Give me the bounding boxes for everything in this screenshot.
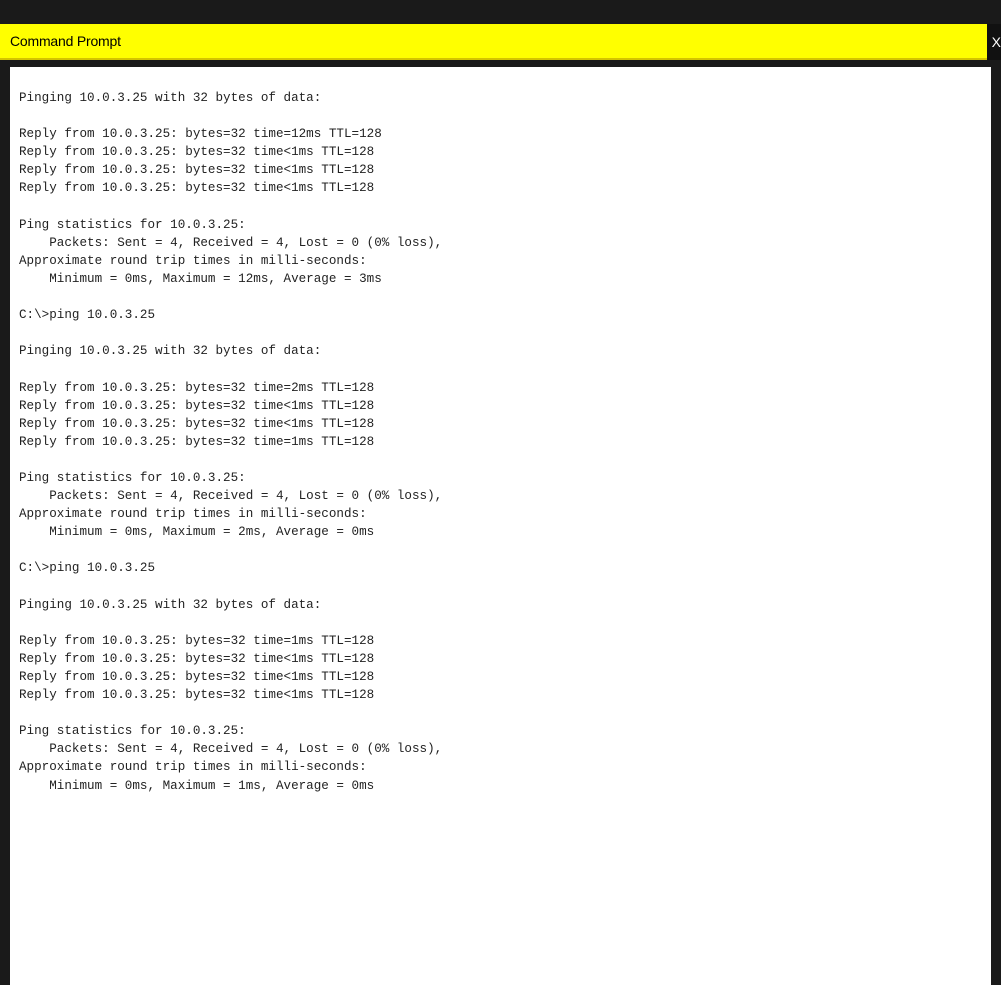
console-line: Reply from 10.0.3.25: bytes=32 time=1ms … [19, 633, 375, 648]
window-title: Command Prompt [10, 33, 121, 49]
console-line: Pinging 10.0.3.25 with 32 bytes of data: [19, 597, 322, 612]
console-line: Reply from 10.0.3.25: bytes=32 time<1ms … [19, 416, 375, 431]
console-line: Minimum = 0ms, Maximum = 2ms, Average = … [19, 525, 375, 540]
console-line: C:\>ping 10.0.3.25 [19, 308, 156, 323]
window-right-edge [991, 67, 1001, 985]
console-line: Approximate round trip times in milli-se… [19, 760, 367, 775]
console-line: Reply from 10.0.3.25: bytes=32 time<1ms … [19, 163, 375, 178]
console-line: Ping statistics for 10.0.3.25: [19, 217, 246, 232]
console-text: Pinging 10.0.3.25 with 32 bytes of data:… [19, 89, 442, 795]
console-line: Minimum = 0ms, Maximum = 12ms, Average =… [19, 271, 382, 286]
console-line: Approximate round trip times in milli-se… [19, 253, 367, 268]
console-line: Reply from 10.0.3.25: bytes=32 time=2ms … [19, 380, 375, 395]
console-line: Packets: Sent = 4, Received = 4, Lost = … [19, 235, 443, 250]
console-line: Pinging 10.0.3.25 with 32 bytes of data: [19, 344, 322, 359]
console-line: C:\>ping 10.0.3.25 [19, 561, 156, 576]
console-line: Ping statistics for 10.0.3.25: [19, 724, 246, 739]
console-line: Reply from 10.0.3.25: bytes=32 time<1ms … [19, 670, 375, 684]
console-line: Packets: Sent = 4, Received = 4, Lost = … [19, 742, 443, 757]
console-output-area[interactable]: Pinging 10.0.3.25 with 32 bytes of data:… [10, 67, 991, 985]
title-bar[interactable]: Command Prompt X [0, 24, 1001, 60]
console-line: Reply from 10.0.3.25: bytes=32 time<1ms … [19, 181, 375, 196]
console-line: Reply from 10.0.3.25: bytes=32 time<1ms … [19, 688, 375, 703]
console-line: Reply from 10.0.3.25: bytes=32 time=1ms … [19, 434, 375, 449]
close-button[interactable]: X [987, 24, 1001, 60]
console-line: Reply from 10.0.3.25: bytes=32 time<1ms … [19, 145, 375, 160]
console-line: Reply from 10.0.3.25: bytes=32 time<1ms … [19, 651, 375, 666]
console-line: Ping statistics for 10.0.3.25: [19, 470, 246, 485]
console-line: Reply from 10.0.3.25: bytes=32 time=12ms… [19, 127, 382, 142]
command-prompt-window: Command Prompt X Pinging 10.0.3.25 with … [0, 0, 1001, 985]
console-line: Pinging 10.0.3.25 with 32 bytes of data: [19, 91, 322, 105]
console-line: Packets: Sent = 4, Received = 4, Lost = … [19, 489, 443, 504]
console-line: Minimum = 0ms, Maximum = 1ms, Average = … [19, 778, 375, 793]
console-line: Reply from 10.0.3.25: bytes=32 time<1ms … [19, 398, 375, 413]
console-line: Approximate round trip times in milli-se… [19, 507, 367, 522]
